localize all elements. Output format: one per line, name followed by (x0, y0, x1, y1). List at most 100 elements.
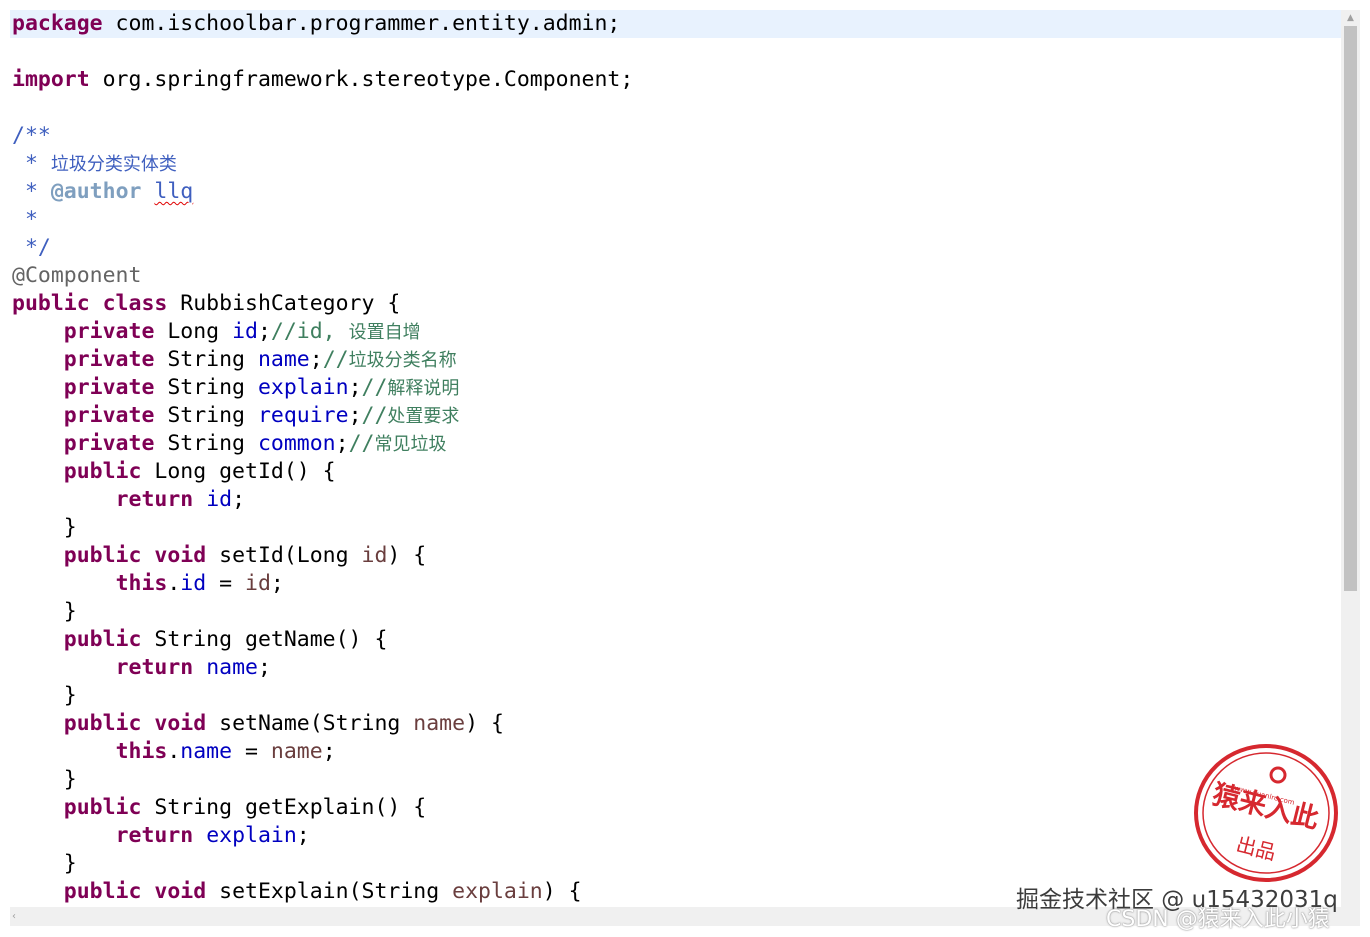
keyword-public: public (63, 879, 142, 904)
scrollbar-corner (1341, 907, 1360, 926)
code-line-return-id[interactable]: return id; (12, 486, 245, 514)
code-line-setname[interactable]: public void setName(String name) { (12, 710, 504, 738)
comment-name: 垃圾分类名称 (348, 350, 457, 371)
seal-stamp: www.yuanlrc.com 猿来入此 出品 (1194, 744, 1338, 882)
code-line-javadoc-star[interactable]: * (12, 206, 38, 234)
keyword-public-class: public class (12, 291, 168, 316)
method-getid-signature: Long getId() { (141, 459, 336, 484)
code-line-setexplain[interactable]: public void setExplain(String explain) { (12, 878, 582, 906)
field-name: name (206, 655, 258, 680)
javadoc-author-name: llq (154, 179, 194, 204)
keyword-private: private (63, 375, 155, 400)
vertical-scroll-thumb[interactable] (1344, 26, 1357, 591)
code-line-brace[interactable]: } (12, 766, 77, 794)
code-line-javadoc-desc[interactable]: * 垃圾分类实体类 (12, 150, 177, 178)
keyword-private: private (63, 347, 155, 372)
seal-title: 猿来入此 (1208, 779, 1321, 835)
signature-close: ) { (465, 711, 504, 736)
comment-id-cn: 设置自增 (348, 322, 421, 343)
dot: . (167, 739, 181, 764)
field-common: common (257, 431, 336, 456)
javadoc-author-tag: @author (50, 179, 142, 204)
class-name: RubbishCategory { (167, 291, 401, 316)
keyword-private: private (63, 319, 155, 344)
keyword-public: public (63, 795, 142, 820)
code-line-javadoc-close[interactable]: */ (12, 234, 51, 262)
comment-explain: 解释说明 (387, 378, 460, 399)
chevron-left-icon[interactable]: ‹ (12, 907, 26, 926)
code-line-brace[interactable]: } (12, 514, 77, 542)
javadoc-star: * (12, 179, 51, 204)
method-setname-signature: setName(String (206, 711, 414, 736)
field-require: require (257, 403, 349, 428)
comment-slashes: // (270, 319, 297, 344)
comment-slashes: // (361, 403, 388, 428)
close-brace: } (63, 851, 77, 876)
field-explain: explain (206, 823, 297, 848)
field-name: name (257, 347, 310, 372)
param-name: name (413, 711, 466, 736)
code-line-field-id[interactable]: private Long id;//id, 设置自增 (12, 318, 421, 346)
field-name: name (180, 739, 233, 764)
code-line-return-name[interactable]: return name; (12, 654, 271, 682)
param-name: name (270, 739, 323, 764)
code-line-getid[interactable]: public Long getId() { (12, 458, 336, 486)
code-line-brace[interactable]: } (12, 682, 77, 710)
close-brace: } (63, 767, 77, 792)
code-line-this-id[interactable]: this.id = id; (12, 570, 284, 598)
javadoc-close: */ (12, 235, 51, 260)
code-line-setid[interactable]: public void setId(Long id) { (12, 542, 426, 570)
code-line-return-explain[interactable]: return explain; (12, 822, 310, 850)
import-name: org.springframework.stereotype.Component… (89, 67, 634, 92)
vertical-scrollbar[interactable]: ▲ (1341, 10, 1360, 907)
comment-id: id, (296, 319, 349, 344)
code-line-field-name[interactable]: private String name;//垃圾分类名称 (12, 346, 457, 374)
code-line-class-decl[interactable]: public class RubbishCategory { (12, 290, 400, 318)
type-string: String (154, 431, 258, 456)
code-line-getexplain[interactable]: public String getExplain() { (12, 794, 426, 822)
code-line-brace[interactable]: } (12, 598, 77, 626)
method-getexplain-signature: String getExplain() { (141, 795, 427, 820)
semicolon: ; (348, 375, 362, 400)
javadoc-star: * (12, 207, 38, 232)
code-line-field-common[interactable]: private String common;//常见垃圾 (12, 430, 447, 458)
triangle-up-icon[interactable]: ▲ (1341, 10, 1360, 26)
comment-common: 常见垃圾 (374, 434, 447, 455)
signature-close: ) { (387, 543, 427, 568)
semicolon: ; (257, 319, 271, 344)
javadoc-star: * (12, 151, 51, 176)
code-line-brace[interactable]: } (12, 850, 77, 878)
code-line-package[interactable]: package com.ischoolbar.programmer.entity… (10, 10, 1341, 38)
semicolon: ; (335, 431, 349, 456)
code-editor[interactable]: package com.ischoolbar.programmer.entity… (10, 10, 1341, 907)
param-id: id (245, 571, 271, 596)
watermark-csdn: CSDN @猿来入此小猿 (1106, 907, 1330, 932)
code-line-import[interactable]: import org.springframework.stereotype.Co… (12, 66, 633, 94)
code-line-this-name[interactable]: this.name = name; (12, 738, 336, 766)
signature-close: ) { (542, 879, 582, 904)
code-line-javadoc-author[interactable]: * @author llq (12, 178, 193, 206)
dot: . (167, 571, 181, 596)
field-id: id (206, 487, 233, 512)
keyword-package: package (12, 11, 103, 36)
semicolon: ; (296, 823, 310, 848)
assign-op: = (232, 739, 271, 764)
type-long: Long (154, 319, 233, 344)
keyword-public: public (63, 711, 142, 736)
code-line-annotation[interactable]: @Component (12, 262, 141, 290)
field-explain: explain (257, 375, 349, 400)
param-id: id (361, 543, 388, 568)
method-getname-signature: String getName() { (141, 627, 388, 652)
annotation-component: @Component (12, 263, 142, 288)
semicolon: ; (270, 571, 284, 596)
code-line-field-require[interactable]: private String require;//处置要求 (12, 402, 460, 430)
code-line-field-explain[interactable]: private String explain;//解释说明 (12, 374, 460, 402)
keyword-return: return (115, 655, 194, 680)
keyword-public: public (63, 627, 142, 652)
keyword-return: return (115, 823, 194, 848)
code-line-getname[interactable]: public String getName() { (12, 626, 388, 654)
field-id: id (232, 319, 258, 344)
code-line-javadoc-open[interactable]: /** (12, 122, 51, 150)
assign-op: = (206, 571, 246, 596)
keyword-void: void (154, 543, 207, 568)
